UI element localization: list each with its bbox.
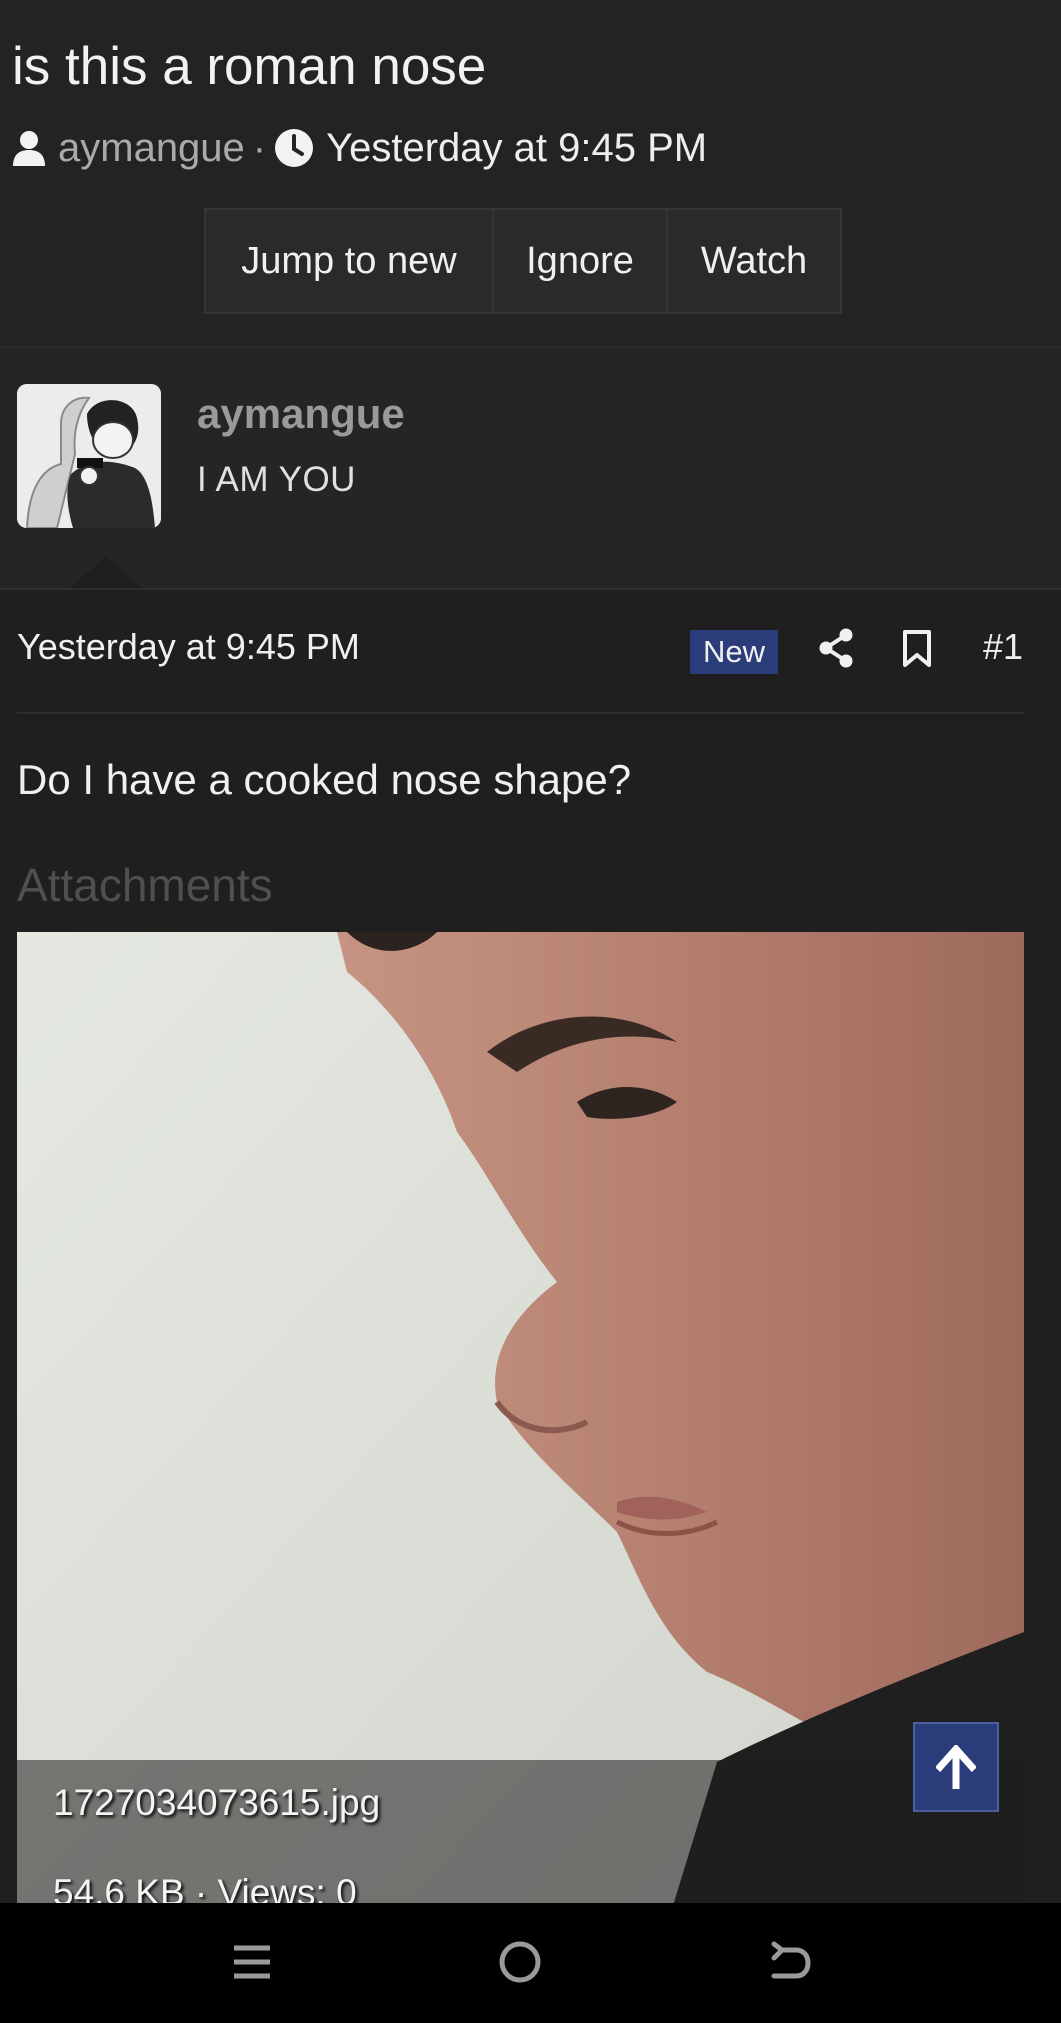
bookmark-icon[interactable]: [902, 630, 932, 668]
author-user-title: I AM YOU: [197, 460, 356, 499]
post-date[interactable]: Yesterday at 9:45 PM: [17, 626, 360, 668]
jump-to-new-button[interactable]: Jump to new: [206, 210, 494, 312]
thread-actions: Jump to new Ignore Watch: [204, 208, 842, 314]
new-badge: New: [690, 630, 778, 674]
author-name[interactable]: aymangue: [197, 390, 405, 438]
meta-separator: ·: [252, 125, 267, 170]
arrow-up-icon: [936, 1745, 976, 1789]
scroll-to-top-button[interactable]: [913, 1722, 999, 1812]
back-icon[interactable]: [768, 1940, 812, 1984]
thread-author-link[interactable]: aymangue: [58, 126, 245, 171]
post-body: Do I have a cooked nose shape?: [17, 756, 632, 803]
share-icon[interactable]: [818, 628, 854, 668]
ignore-button[interactable]: Ignore: [494, 210, 668, 312]
divider: [17, 712, 1024, 714]
attachment-filename[interactable]: 1727034073615.jpg: [53, 1782, 380, 1824]
post-number-link[interactable]: #1: [983, 626, 1023, 668]
panel-pointer: [70, 556, 142, 588]
thread-date[interactable]: Yesterday at 9:45 PM: [326, 126, 707, 171]
user-icon: [13, 131, 45, 166]
attachments-heading: Attachments: [17, 859, 273, 911]
watch-button[interactable]: Watch: [668, 210, 840, 312]
home-icon[interactable]: [498, 1940, 542, 1984]
page-title: is this a roman nose: [12, 37, 487, 96]
menu-icon[interactable]: [230, 1940, 274, 1984]
clock-icon: [275, 129, 314, 167]
thread-meta: aymangue · Yesterday at 9:45 PM: [12, 122, 707, 174]
avatar[interactable]: [17, 384, 161, 528]
avatar-image: [17, 384, 161, 528]
